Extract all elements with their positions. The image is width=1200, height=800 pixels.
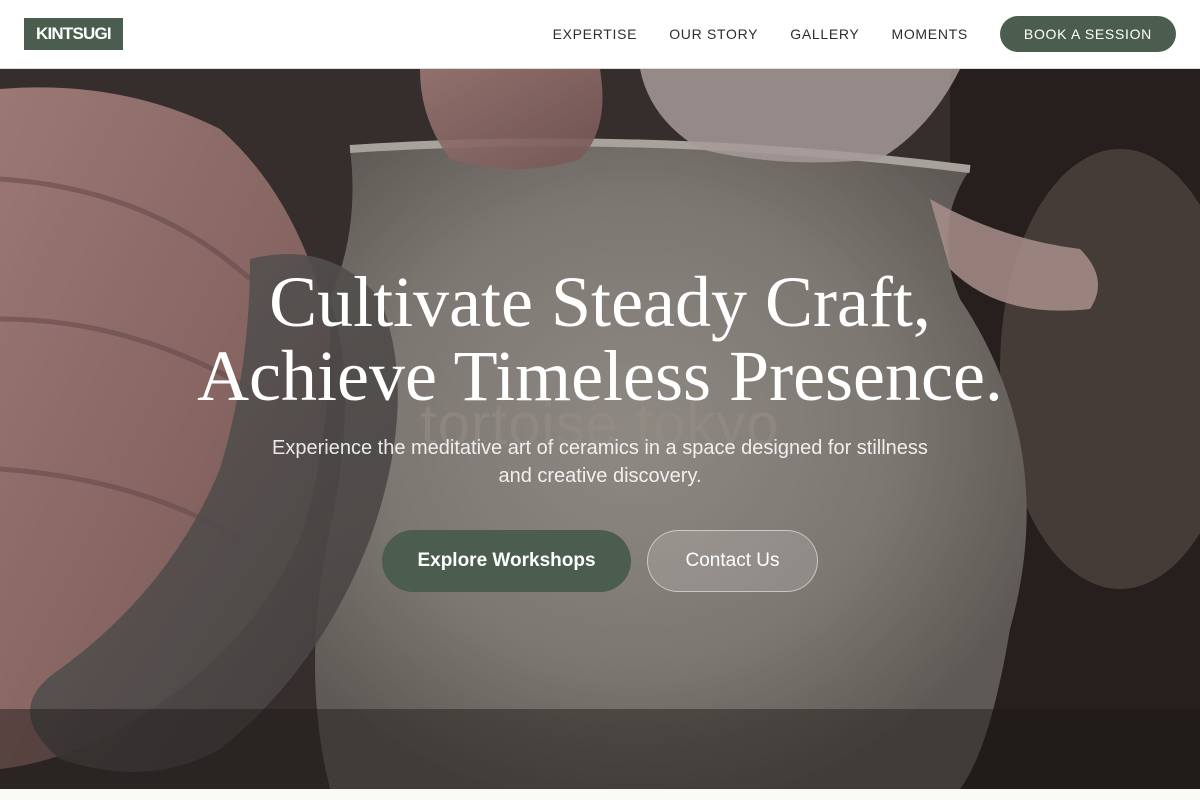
- hero-section: tortoise tokyo Cultivate Steady Craft, A…: [0, 69, 1200, 789]
- site-header: KINTSUGI EXPERTISE OUR STORY GALLERY MOM…: [0, 0, 1200, 69]
- hero-subtext: Experience the meditative art of ceramic…: [250, 434, 950, 490]
- hero-headline-line-1: Cultivate Steady Craft,: [269, 262, 931, 342]
- hero-headline: Cultivate Steady Craft, Achieve Timeless…: [0, 265, 1200, 413]
- hero-button-row: Explore Workshops Contact Us: [0, 530, 1200, 592]
- hero-subtext-line-1: Experience the meditative art of ceramic…: [272, 437, 928, 459]
- brand-logo[interactable]: KINTSUGI: [24, 18, 123, 50]
- hero-headline-line-2: Achieve Timeless Presence.: [197, 336, 1003, 416]
- hero-subtext-line-2: and creative discovery.: [498, 465, 702, 487]
- next-section-edge: [0, 789, 1200, 800]
- nav-link-expertise[interactable]: EXPERTISE: [553, 26, 638, 42]
- contact-us-button[interactable]: Contact Us: [647, 530, 818, 592]
- explore-workshops-button[interactable]: Explore Workshops: [382, 530, 631, 592]
- main-nav: EXPERTISE OUR STORY GALLERY MOMENTS BOOK…: [553, 16, 1176, 52]
- nav-link-moments[interactable]: MOMENTS: [891, 26, 967, 42]
- nav-link-our-story[interactable]: OUR STORY: [669, 26, 758, 42]
- nav-link-gallery[interactable]: GALLERY: [790, 26, 859, 42]
- book-session-button[interactable]: BOOK A SESSION: [999, 16, 1176, 52]
- hero-content: Cultivate Steady Craft, Achieve Timeless…: [0, 69, 1200, 789]
